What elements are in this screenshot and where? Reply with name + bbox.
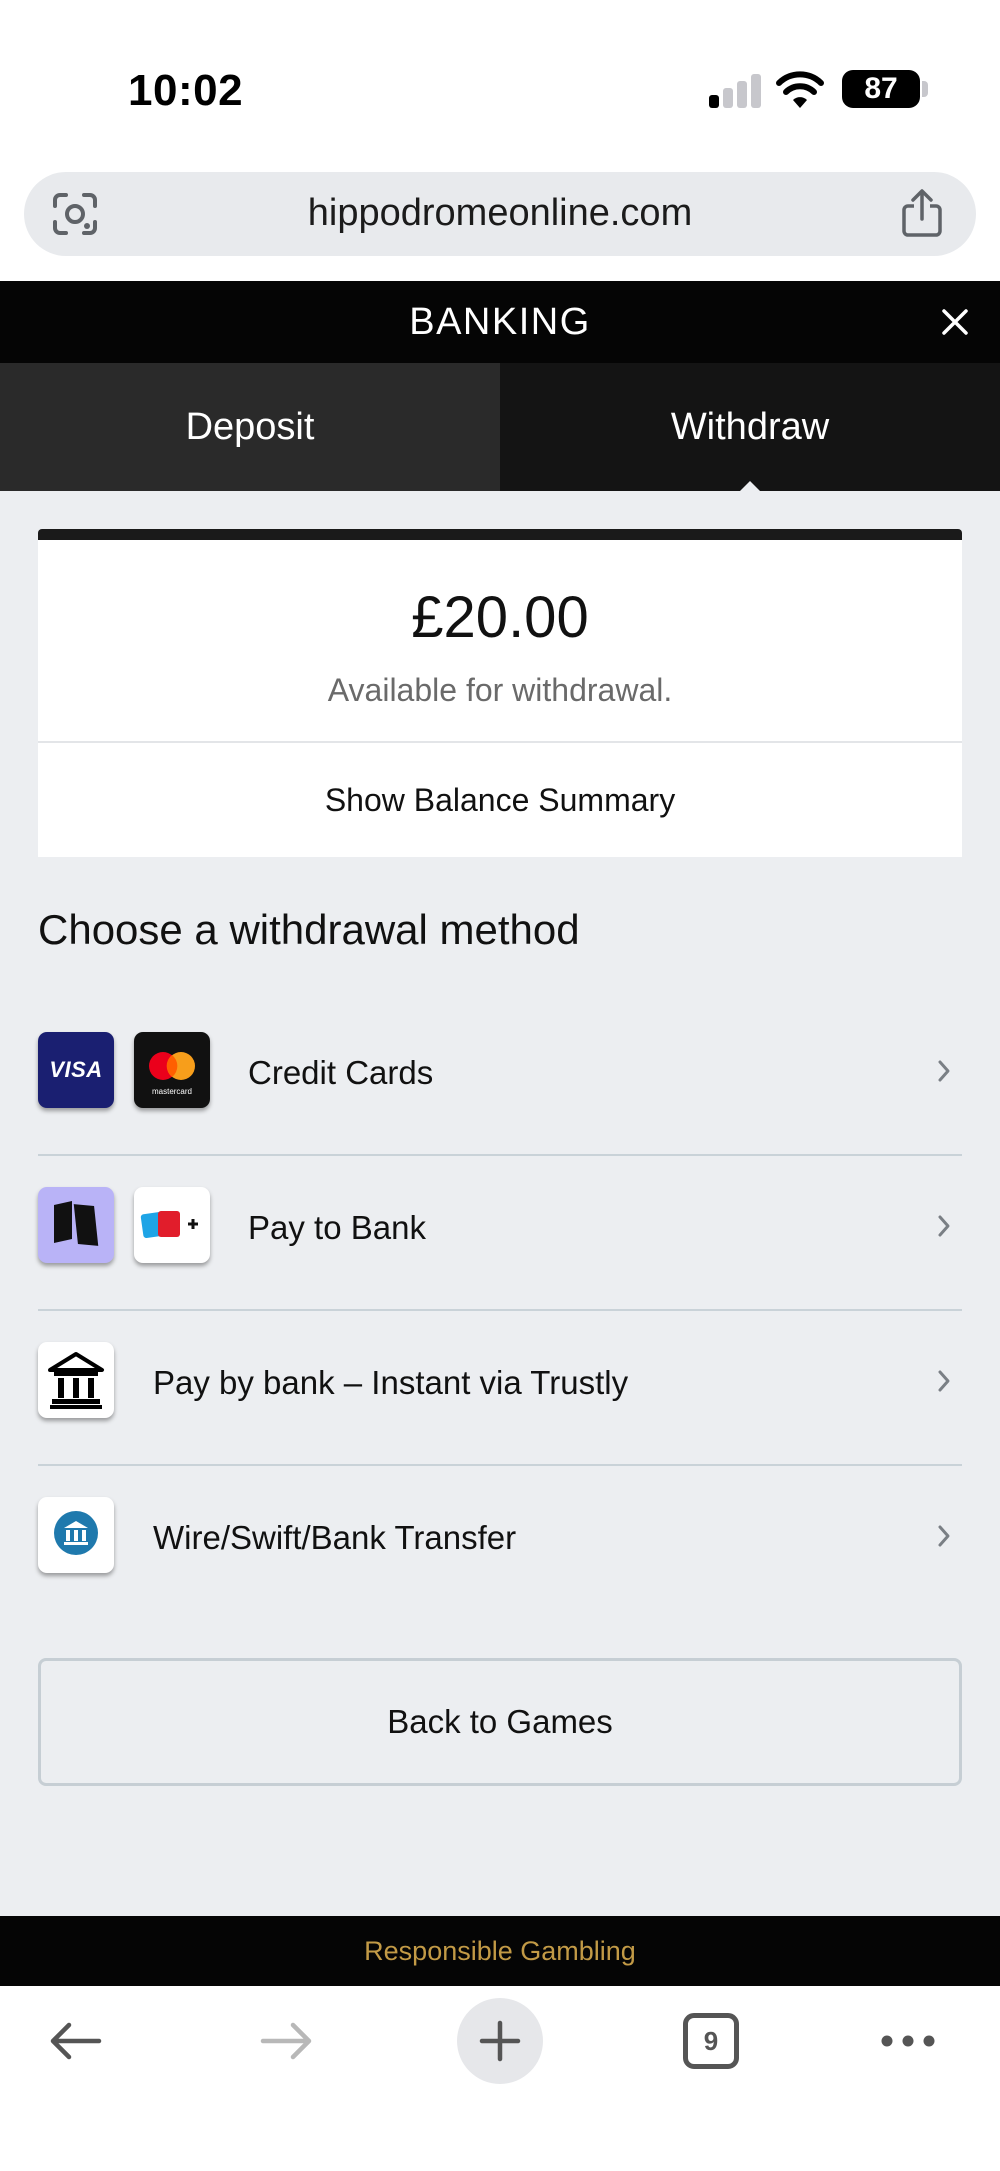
- arrow-right-icon: [260, 2022, 312, 2060]
- method-wire-transfer[interactable]: Wire/Swift/Bank Transfer: [38, 1466, 962, 1621]
- method-label: Wire/Swift/Bank Transfer: [153, 1519, 517, 1556]
- withdraw-panel: £20.00 Available for withdrawal. Show Ba…: [0, 491, 1000, 1916]
- new-tab-circle: [457, 1998, 543, 2084]
- visa-icon: VISA: [38, 1032, 114, 1108]
- method-label: Credit Cards: [248, 1054, 434, 1091]
- chevron-right-icon: [938, 1525, 950, 1547]
- method-pay-to-bank[interactable]: Pay to Bank: [38, 1156, 962, 1311]
- chevron-right-icon: [938, 1215, 950, 1237]
- withdrawal-method-list: VISA mastercard Credit Cards Pay to Bank…: [38, 1001, 962, 1621]
- status-time: 10:02: [128, 66, 244, 115]
- arrow-left-icon: [50, 2022, 102, 2060]
- forward-nav-button[interactable]: [252, 1986, 322, 2096]
- responsible-gambling-link[interactable]: Responsible Gambling: [0, 1916, 1000, 1986]
- tab-deposit-label: Deposit: [185, 405, 315, 448]
- banking-header: BANKING: [0, 281, 1000, 363]
- wire-transfer-icon: [38, 1497, 114, 1573]
- url-bar[interactable]: hippodromeonline.com: [24, 172, 976, 256]
- tab-switcher-button[interactable]: 9: [683, 1986, 739, 2096]
- battery-indicator: 87: [842, 70, 920, 108]
- page-title: BANKING: [409, 301, 591, 343]
- chevron-right-icon: [938, 1370, 950, 1392]
- tab-deposit[interactable]: Deposit: [0, 363, 500, 491]
- bank-building-icon: [38, 1342, 114, 1418]
- chevron-right-icon: [938, 1060, 950, 1082]
- new-tab-button[interactable]: [457, 1986, 543, 2096]
- plus-icon: [479, 2020, 521, 2062]
- tab-count: 9: [683, 2013, 739, 2069]
- close-icon[interactable]: [938, 305, 972, 339]
- method-label: Pay by bank – Instant via Trustly: [153, 1364, 629, 1401]
- bank-building: [48, 1352, 104, 1409]
- bank-logos: [140, 1211, 198, 1239]
- status-bar: 10:02 87: [0, 0, 1000, 165]
- back-to-games-button[interactable]: Back to Games: [38, 1658, 962, 1786]
- more-dots-icon: [881, 2035, 935, 2047]
- section-heading: Choose a withdrawal method: [38, 906, 580, 953]
- payto-icon: [38, 1187, 114, 1263]
- url-text[interactable]: hippodromeonline.com: [24, 192, 976, 235]
- mastercard-icon: mastercard: [134, 1032, 210, 1108]
- bank-logos-icon: [134, 1187, 210, 1263]
- balance-amount: £20.00: [411, 585, 589, 650]
- browser-toolbar: 9: [0, 1986, 1000, 2171]
- back-nav-button[interactable]: [40, 1986, 110, 2096]
- visa-logo-text: VISA: [49, 1057, 103, 1082]
- tab-withdraw[interactable]: Withdraw: [500, 363, 1000, 492]
- tab-withdraw-label: Withdraw: [670, 405, 830, 448]
- balance-card: £20.00 Available for withdrawal. Show Ba…: [38, 529, 962, 857]
- battery-cap: [922, 81, 928, 97]
- mastercard-circles: [149, 1052, 195, 1080]
- cellular-signal-icon: [709, 74, 763, 108]
- wifi-icon: [776, 71, 824, 108]
- method-label: Pay to Bank: [248, 1209, 426, 1246]
- method-pay-by-bank-trustly[interactable]: Pay by bank – Instant via Trustly: [38, 1311, 962, 1466]
- payto-logo: [54, 1201, 99, 1246]
- method-credit-cards[interactable]: VISA mastercard Credit Cards: [38, 1001, 962, 1156]
- show-balance-summary-button[interactable]: Show Balance Summary: [38, 743, 962, 857]
- wire-transfer-logo: [54, 1511, 98, 1555]
- balance-caption: Available for withdrawal.: [327, 672, 673, 708]
- more-menu-button[interactable]: [878, 1986, 938, 2096]
- banking-tabs: Deposit Withdraw: [0, 363, 1000, 492]
- mastercard-logo-text: mastercard: [151, 1087, 192, 1096]
- share-icon[interactable]: [900, 188, 944, 238]
